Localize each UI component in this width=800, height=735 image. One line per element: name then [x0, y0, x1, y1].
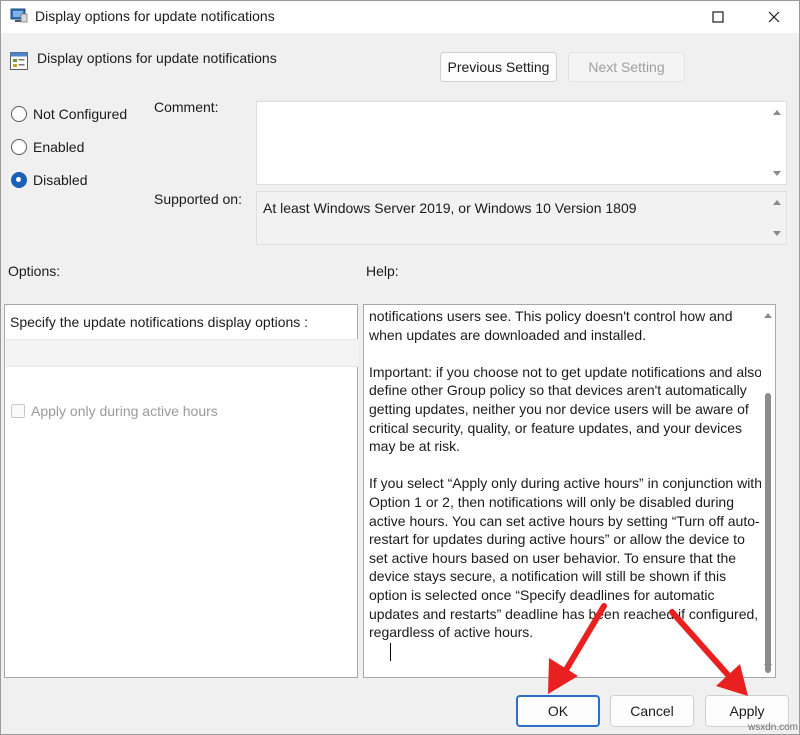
scroll-up-icon[interactable] — [773, 110, 781, 115]
options-field-label: Specify the update notifications display… — [10, 314, 309, 330]
scroll-up-icon[interactable] — [764, 313, 772, 318]
radio-disabled[interactable]: Disabled — [11, 170, 87, 190]
supported-on-label: Supported on: — [154, 191, 242, 207]
help-paragraph: If you select “Apply only during active … — [369, 475, 762, 641]
close-button[interactable] — [751, 1, 797, 33]
radio-label: Not Configured — [33, 106, 128, 122]
radio-enabled[interactable]: Enabled — [11, 137, 84, 157]
radio-circle[interactable] — [11, 106, 27, 122]
comment-textarea[interactable] — [256, 101, 787, 185]
comment-label: Comment: — [154, 99, 219, 115]
help-paragraph: notifications users see. This policy doe… — [369, 308, 733, 343]
help-section-label: Help: — [366, 263, 399, 279]
scroll-up-icon[interactable] — [773, 200, 781, 205]
options-panel: Specify the update notifications display… — [4, 304, 358, 678]
close-icon — [768, 11, 780, 23]
previous-setting-button[interactable]: Previous Setting — [440, 52, 557, 82]
cancel-button[interactable]: Cancel — [610, 695, 694, 727]
options-section-label: Options: — [8, 263, 61, 279]
help-text: notifications users see. This policy doe… — [369, 307, 767, 660]
supported-on-value: At least Windows Server 2019, or Windows… — [263, 200, 637, 216]
help-scroll-thumb[interactable] — [765, 393, 771, 673]
scroll-down-icon[interactable] — [773, 171, 781, 176]
ok-button[interactable]: OK — [516, 695, 600, 727]
setting-title: Display options for update notifications — [37, 50, 277, 66]
supported-on-box: At least Windows Server 2019, or Windows… — [256, 191, 787, 245]
scroll-down-icon[interactable] — [773, 231, 781, 236]
maximize-icon — [712, 11, 724, 23]
active-hours-checkbox-label: Apply only during active hours — [31, 403, 218, 419]
supported-scrollbar[interactable] — [768, 192, 786, 244]
radio-not-configured[interactable]: Not Configured — [11, 104, 127, 124]
active-hours-checkbox-row[interactable]: Apply only during active hours — [11, 403, 218, 419]
radio-label: Disabled — [33, 172, 88, 188]
help-panel: notifications users see. This policy doe… — [363, 304, 776, 678]
window-title: Display options for update notifications — [35, 8, 275, 24]
policy-setting-icon — [10, 52, 28, 70]
help-paragraph: Important: if you choose not to get upda… — [369, 363, 763, 455]
comment-scrollbar[interactable] — [768, 102, 786, 184]
radio-label: Enabled — [33, 139, 85, 155]
radio-circle-selected[interactable] — [11, 172, 27, 188]
active-hours-checkbox[interactable] — [11, 404, 25, 418]
title-bar: Display options for update notifications — [1, 1, 799, 33]
watermark-text: wsxdn.com — [748, 722, 799, 733]
scroll-down-icon[interactable] — [764, 664, 772, 669]
notification-options-dropdown[interactable] — [6, 339, 358, 367]
text-cursor — [390, 643, 391, 661]
maximize-button[interactable] — [695, 1, 741, 33]
policy-dialog: Display options for update notifications… — [0, 0, 800, 735]
help-scrollbar[interactable] — [761, 305, 775, 677]
next-setting-button[interactable]: Next Setting — [568, 52, 685, 82]
group-policy-app-icon — [10, 8, 28, 23]
radio-circle[interactable] — [11, 139, 27, 155]
